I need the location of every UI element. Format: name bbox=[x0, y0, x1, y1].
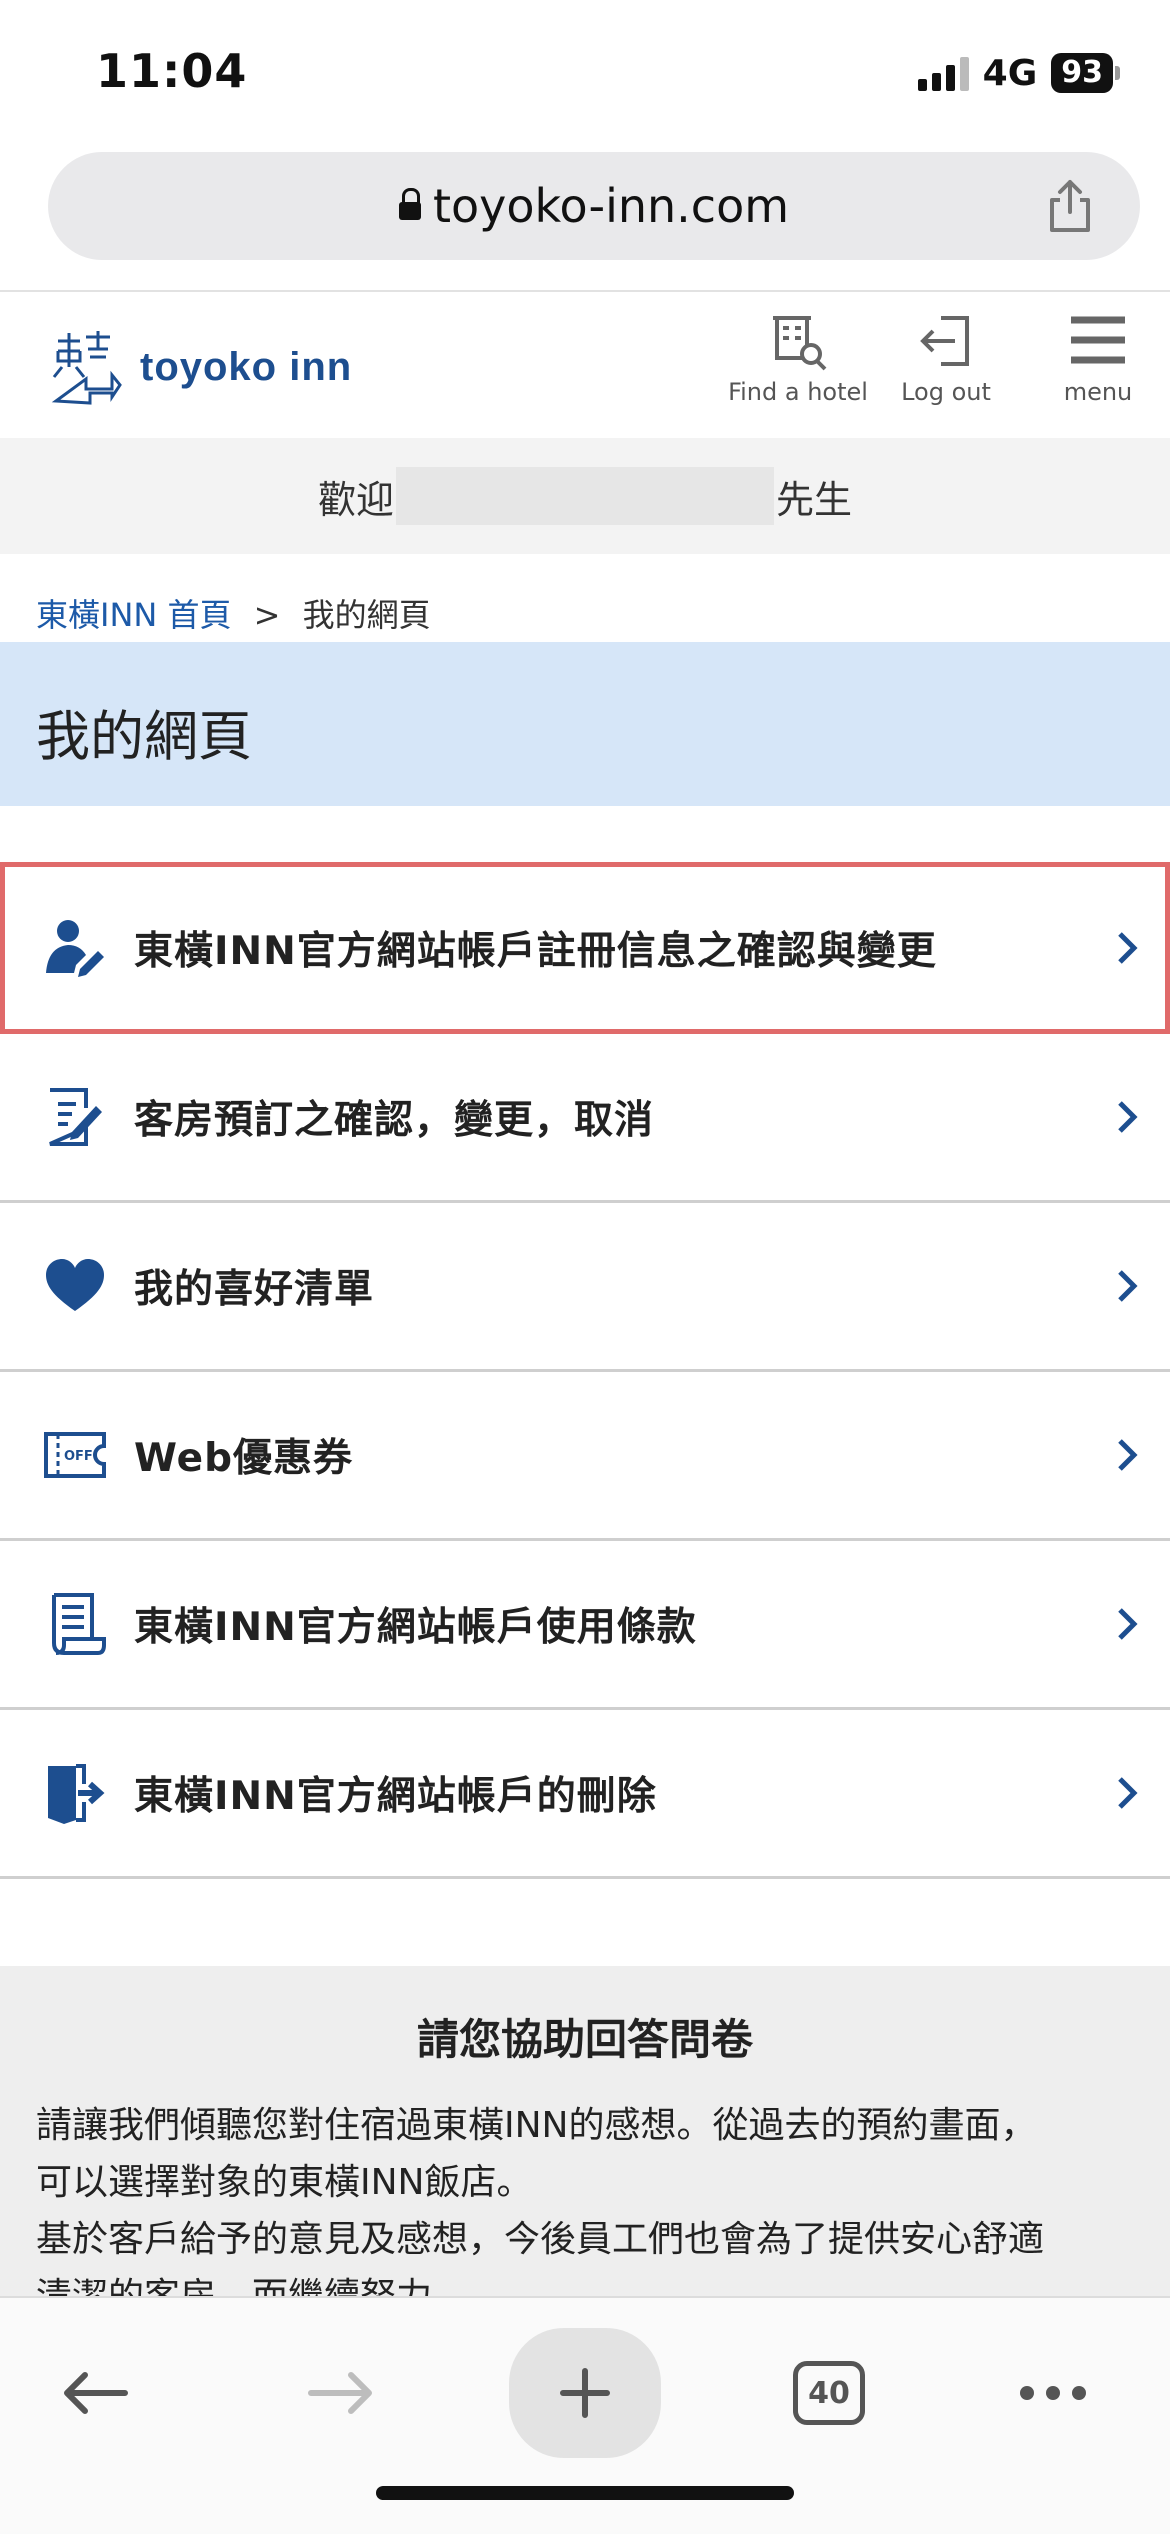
document-edit-icon bbox=[49, 1088, 102, 1146]
find-hotel-label: Find a hotel bbox=[728, 378, 868, 406]
survey-line: 基於客戶給予的意見及感想，今後員工們也會為了提供安心舒適 bbox=[36, 2219, 1045, 2260]
signal-icon bbox=[917, 55, 969, 91]
chevron-right-icon bbox=[1118, 1608, 1138, 1640]
page-title: 我的網頁 bbox=[36, 705, 252, 768]
tab-count: 40 bbox=[793, 2361, 865, 2425]
back-arrow-icon bbox=[64, 2372, 128, 2414]
survey-section: 請您協助回答問卷 請讓我們傾聽您對住宿過東橫INN的感想。從過去的預約畫面， 可… bbox=[0, 1966, 1170, 2296]
share-icon[interactable] bbox=[1040, 176, 1100, 236]
welcome-banner: 歡迎 先生 bbox=[0, 438, 1170, 554]
menu-item-label: 東橫INN官方網站帳戶註冊信息之確認與變更 bbox=[134, 929, 937, 974]
site-header: toyoko inn Find a hotel Log out menu bbox=[0, 290, 1170, 440]
menu-item-label: 客房預訂之確認，變更，取消 bbox=[134, 1098, 655, 1143]
new-tab-button[interactable] bbox=[509, 2328, 661, 2458]
lock-icon bbox=[398, 188, 421, 220]
menu-button[interactable]: menu bbox=[1028, 310, 1168, 430]
menu-item-label: Web優惠券 bbox=[134, 1436, 353, 1481]
battery-icon: 93 bbox=[1051, 53, 1120, 93]
logout-icon bbox=[920, 316, 969, 366]
exit-door-icon bbox=[48, 1764, 105, 1824]
status-bar: 11:04 4G 93 bbox=[0, 0, 1170, 150]
plus-icon bbox=[560, 2368, 610, 2418]
survey-line: 可以選擇對象的東橫INN飯店。 bbox=[36, 2162, 533, 2203]
svg-text:OFF: OFF bbox=[64, 1449, 93, 1464]
menu-label: menu bbox=[1063, 378, 1133, 406]
find-hotel-icon bbox=[773, 316, 827, 371]
home-indicator bbox=[376, 2486, 794, 2500]
chevron-right-icon bbox=[1118, 932, 1138, 964]
url-display[interactable]: toyoko-inn.com bbox=[48, 152, 1140, 260]
forward-button[interactable] bbox=[286, 2338, 396, 2448]
heart-icon bbox=[46, 1259, 104, 1311]
menu-item-favorites[interactable]: 我的喜好清單 bbox=[0, 1203, 1170, 1372]
hamburger-icon bbox=[1071, 316, 1125, 364]
menu-item-account-info[interactable]: 東橫INN官方網站帳戶註冊信息之確認與變更 bbox=[0, 862, 1170, 1034]
menu-item-reservations[interactable]: 客房預訂之確認，變更，取消 bbox=[0, 1034, 1170, 1203]
more-dots-icon bbox=[1020, 2386, 1086, 2400]
status-right: 4G 93 bbox=[917, 48, 1120, 98]
breadcrumb-separator: > bbox=[253, 596, 281, 634]
survey-line: 請讓我們傾聽您對住宿過東橫INN的感想。從過去的預約畫面， bbox=[36, 2105, 1037, 2146]
forward-arrow-icon bbox=[308, 2372, 372, 2414]
chevron-right-icon bbox=[1118, 1439, 1138, 1471]
find-hotel-button[interactable]: Find a hotel bbox=[728, 310, 868, 430]
menu-item-label: 我的喜好清單 bbox=[134, 1267, 375, 1312]
battery-level: 93 bbox=[1051, 53, 1113, 93]
user-edit-icon bbox=[46, 920, 104, 977]
mypage-menu-list: 東橫INN官方網站帳戶註冊信息之確認與變更 客房預訂之確認，變更，取消 我的喜好… bbox=[0, 862, 1170, 1879]
terms-icon bbox=[52, 1593, 106, 1655]
redacted-username bbox=[396, 467, 774, 525]
breadcrumb-home-link[interactable]: 東橫INN 首頁 bbox=[36, 596, 232, 634]
menu-item-label: 東橫INN官方網站帳戶使用條款 bbox=[134, 1605, 697, 1650]
breadcrumb-current: 我的網頁 bbox=[302, 596, 431, 634]
welcome-suffix: 先生 bbox=[776, 477, 853, 522]
menu-item-terms[interactable]: 東橫INN官方網站帳戶使用條款 bbox=[0, 1541, 1170, 1710]
status-time: 11:04 bbox=[96, 44, 248, 98]
menu-item-label: 東橫INN官方網站帳戶的刪除 bbox=[134, 1774, 657, 1819]
address-bar[interactable]: toyoko-inn.com bbox=[48, 152, 1140, 260]
survey-body: 請讓我們傾聽您對住宿過東橫INN的感想。從過去的預約畫面， 可以選擇對象的東橫I… bbox=[36, 2097, 1134, 2296]
network-type: 4G bbox=[982, 52, 1038, 94]
brand-name: toyoko inn bbox=[140, 344, 353, 389]
survey-line: 清潔的客房，而繼續努力。 bbox=[36, 2268, 1134, 2296]
logout-button[interactable]: Log out bbox=[876, 310, 1016, 430]
menu-item-coupons[interactable]: OFF Web優惠券 bbox=[0, 1372, 1170, 1541]
chevron-right-icon bbox=[1118, 1101, 1138, 1133]
toyoko-logo-icon bbox=[51, 331, 122, 405]
url-text: toyoko-inn.com bbox=[432, 179, 790, 233]
more-button[interactable] bbox=[998, 2338, 1108, 2448]
logout-label: Log out bbox=[901, 378, 991, 406]
chevron-right-icon bbox=[1118, 1270, 1138, 1302]
breadcrumb: 東橫INN 首頁 > 我的網頁 bbox=[36, 590, 431, 636]
site-logo[interactable]: toyoko inn bbox=[50, 322, 352, 412]
tabs-button[interactable]: 40 bbox=[774, 2338, 884, 2448]
chevron-right-icon bbox=[1118, 1777, 1138, 1809]
page-title-bar: 我的網頁 bbox=[0, 642, 1170, 806]
menu-item-delete-account[interactable]: 東橫INN官方網站帳戶的刪除 bbox=[0, 1710, 1170, 1879]
coupon-icon: OFF bbox=[44, 1432, 106, 1478]
welcome-prefix: 歡迎 bbox=[317, 477, 394, 522]
survey-title: 請您協助回答問卷 bbox=[416, 2015, 753, 2064]
back-button[interactable] bbox=[40, 2338, 150, 2448]
